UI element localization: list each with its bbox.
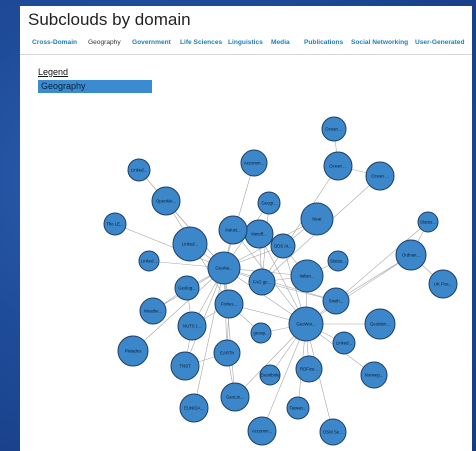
graph-node[interactable]: Status... xyxy=(327,250,349,272)
graph-node-label: Geolog... xyxy=(178,286,195,291)
graph-node-label: GeoMon... xyxy=(370,322,390,327)
graph-node[interactable]: GeoWor... xyxy=(288,306,324,342)
graph-node[interactable]: GeoLin... xyxy=(220,382,250,412)
graph-node-label: GeoLin... xyxy=(226,395,243,400)
graph-node-label: Linked... xyxy=(336,341,352,346)
graph-node-label: Linked... xyxy=(141,259,157,264)
graph-node-label: Fishes... xyxy=(221,302,237,307)
graph-node[interactable]: Taiwan... xyxy=(286,396,310,420)
graph-node-label: Geogr... xyxy=(261,201,276,206)
graph-node-label: Ocean ... xyxy=(325,127,342,132)
graph-node-label: Accomm... xyxy=(252,429,272,434)
subcloud-graph: Ocean ... Accomm... Ocean ... Linked... Ocea… xyxy=(103,116,458,446)
content-panel: Subclouds by domain Cross-Domain Geograph… xyxy=(20,6,472,451)
graph-node-label: Pleiades xyxy=(125,349,141,354)
graph-node-label: Status... xyxy=(330,259,346,264)
graph-node[interactable]: Metoff... xyxy=(244,219,274,249)
graph-node-label: RDFize... xyxy=(300,367,318,372)
graph-node-label: Smith... xyxy=(329,299,344,304)
graph-node-label: EARTh xyxy=(220,351,234,356)
graph-node-label: OSM Se... xyxy=(323,430,343,435)
graph-node[interactable]: GeoNa... xyxy=(207,251,241,285)
graph-edge xyxy=(114,223,225,269)
graph-node[interactable]: Linked... xyxy=(332,331,356,355)
graph-edge xyxy=(223,267,236,398)
graph-node-label: FAO ge... xyxy=(253,280,271,285)
graph-node[interactable]: FAO ge... xyxy=(248,268,276,296)
graph-node-label: Linked... xyxy=(182,242,198,247)
graph-node-label: Taiwan... xyxy=(290,406,307,411)
graph-node[interactable]: Geogr... xyxy=(257,191,281,215)
graph-node-label: Norweg... xyxy=(365,373,383,378)
graph-node[interactable]: TNST xyxy=(170,351,200,381)
graph-node-label: Ordnan... xyxy=(402,253,420,258)
graph-node[interactable]: OpenMo... xyxy=(151,186,181,216)
graph-node-label: Ocean ... xyxy=(329,164,346,169)
graph-node[interactable]: Linked... xyxy=(172,226,208,262)
graph-node[interactable]: Geolog... xyxy=(174,275,200,301)
graph-node[interactable]: Fishes... xyxy=(214,289,244,319)
graph-node-label: Accomm... xyxy=(244,161,264,166)
graph-node-label: GeoNa... xyxy=(215,266,232,271)
graph-node[interactable]: EUNIDA... xyxy=(179,393,209,423)
graph-node[interactable]: Ordnan... xyxy=(395,239,427,271)
graph-node-label: Status... xyxy=(420,220,436,225)
graph-node[interactable]: Ocean ... xyxy=(321,116,347,142)
graph-node-label: OpenMo... xyxy=(156,199,176,204)
graph-node-label: Weathe... xyxy=(144,309,162,314)
graph-node-label: Metoff... xyxy=(251,232,266,237)
graph-node-label: Linked... xyxy=(131,168,147,173)
graph-node[interactable]: DDS At... xyxy=(270,233,296,259)
graph-node[interactable]: EARTh xyxy=(213,339,241,367)
graph-node[interactable]: Status... xyxy=(417,211,439,233)
graph-node-label: geosp... xyxy=(253,331,268,336)
graph-node[interactable]: Accomm... xyxy=(240,149,268,177)
graph-node[interactable]: geosp... xyxy=(250,322,272,344)
graph-node-label: Eventbrite xyxy=(260,373,280,378)
graph-node[interactable]: Italian... xyxy=(290,259,324,293)
graph-node-label: Ocean ... xyxy=(371,174,388,179)
graph-node[interactable]: Smith... xyxy=(322,287,350,315)
graph-node[interactable]: The LE... xyxy=(103,212,127,236)
graph-node[interactable]: Accomm... xyxy=(247,416,277,446)
graph-node-label: UK Pos... xyxy=(434,282,452,287)
graph-node[interactable]: Pleiades xyxy=(117,335,149,367)
graph-nodes: Ocean ... Accomm... Ocean ... Linked... Ocea… xyxy=(103,116,458,446)
graph-node[interactable]: Ocean ... xyxy=(323,151,353,181)
graph-node[interactable]: Ocean ... xyxy=(365,161,395,191)
graph-node-label: The LE... xyxy=(106,222,123,227)
graph-node-label: Indust... xyxy=(225,228,240,233)
graph-node[interactable]: NUTS (... xyxy=(177,311,207,341)
graph-edge xyxy=(305,254,412,325)
graph-node-label: Italian... xyxy=(299,274,314,279)
graph-node[interactable]: RDFize... xyxy=(295,355,323,383)
graph-node[interactable]: Weathe... xyxy=(139,297,167,325)
graph-node-label: TNST xyxy=(179,364,191,369)
graph-node[interactable]: UK Pos... xyxy=(428,269,458,299)
graph-node-label: EUNIDA... xyxy=(184,406,204,411)
graph-node[interactable]: Eventbrite xyxy=(259,364,281,386)
graph-node[interactable]: Near xyxy=(300,202,334,236)
graph-node[interactable]: Linked... xyxy=(127,158,151,182)
graph-node[interactable]: Indust... xyxy=(218,215,248,245)
graph-node-label: NUTS (... xyxy=(183,324,201,329)
graph-node[interactable]: OSM Se... xyxy=(319,418,347,446)
graph-node-label: DDS At... xyxy=(274,244,292,249)
graph-node[interactable]: Norweg... xyxy=(360,361,388,389)
graph-node-label: GeoWor... xyxy=(296,322,315,327)
graph-node[interactable]: Linked... xyxy=(138,250,160,272)
graph-node[interactable]: GeoMon... xyxy=(364,308,396,340)
graph-node-label: Near xyxy=(312,217,322,222)
